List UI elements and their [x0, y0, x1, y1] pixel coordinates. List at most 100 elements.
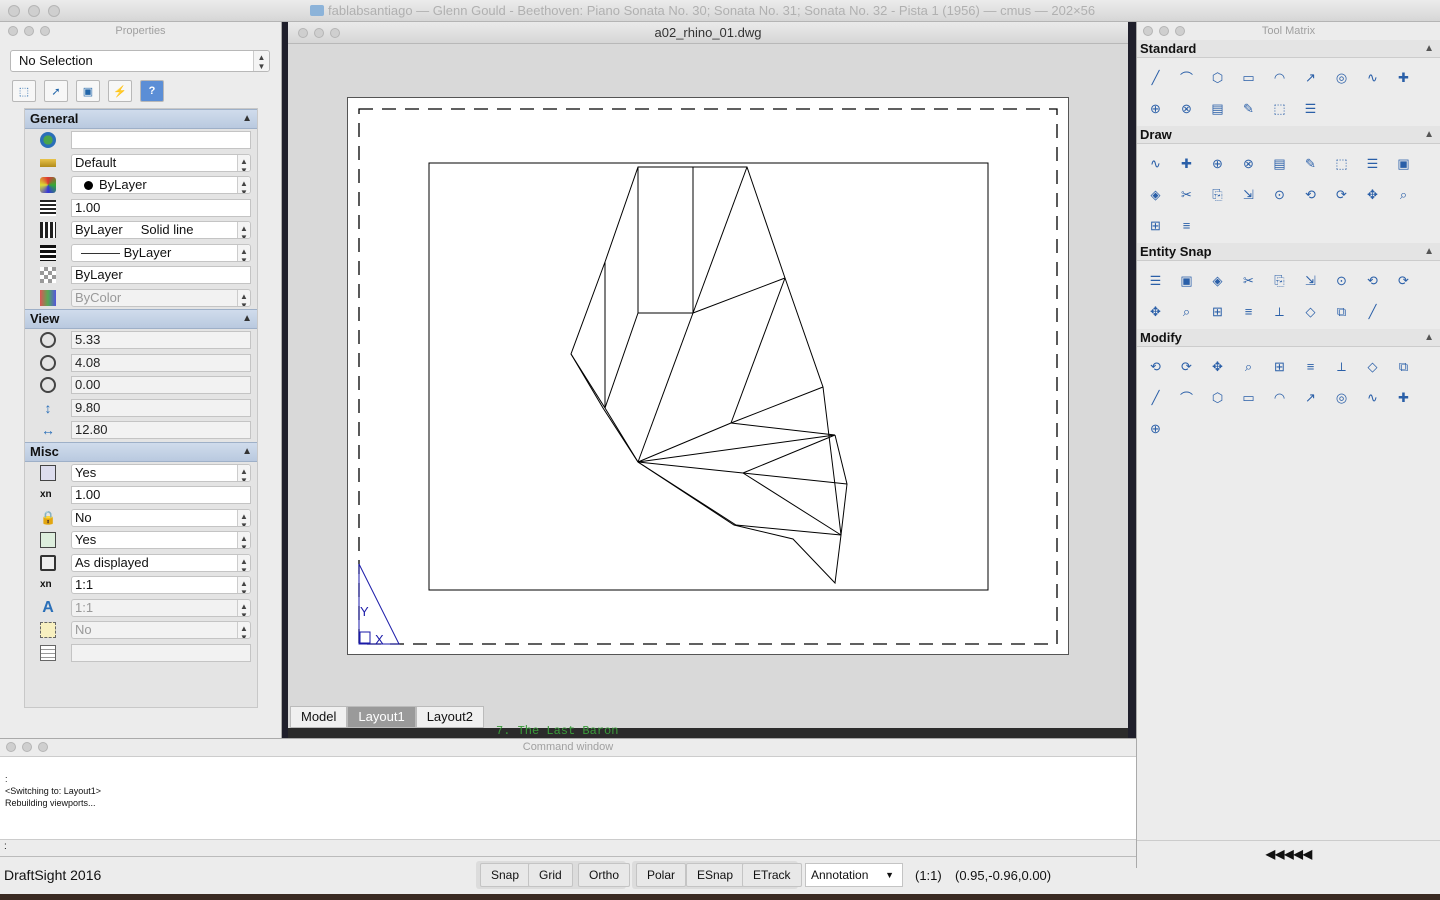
- command-window-controls[interactable]: [6, 742, 48, 752]
- circle-icon[interactable]: ⬚: [1326, 148, 1357, 179]
- preview-icon[interactable]: ◠: [1264, 62, 1295, 93]
- select-entities-button[interactable]: ➚: [44, 80, 68, 102]
- tangent-snap-icon[interactable]: ⊙: [1326, 265, 1357, 296]
- tab-layout1[interactable]: Layout1: [347, 706, 416, 728]
- section-view[interactable]: View ▲: [25, 309, 257, 329]
- hatch-icon[interactable]: ⎘: [1202, 179, 1233, 210]
- collapse-icon[interactable]: ▲: [1424, 329, 1434, 347]
- parallel-snap-icon[interactable]: ≡: [1233, 296, 1264, 327]
- tab-layout2[interactable]: Layout2: [415, 706, 484, 728]
- mirror-icon[interactable]: ✥: [1202, 351, 1233, 382]
- annotative-dropdown[interactable]: No ▲ ▼: [71, 621, 251, 639]
- collapse-icon[interactable]: ▲: [242, 110, 252, 128]
- print-icon[interactable]: ▭: [1233, 62, 1264, 93]
- stretch-icon[interactable]: ⧉: [1388, 351, 1419, 382]
- explode2-icon[interactable]: ⊕: [1140, 413, 1171, 444]
- line-icon[interactable]: ∿: [1140, 148, 1171, 179]
- table-icon[interactable]: ☰: [1295, 93, 1326, 124]
- filter-selection-button[interactable]: ▣: [76, 80, 100, 102]
- save-icon[interactable]: ⬡: [1202, 62, 1233, 93]
- linescale-field[interactable]: 1.00: [71, 198, 251, 217]
- ucs-origin-dropdown[interactable]: Yes ▲ ▼: [71, 531, 251, 549]
- note-icon[interactable]: ⟲: [1295, 179, 1326, 210]
- quick-select-button[interactable]: ⚡: [108, 80, 132, 102]
- rectangle-icon[interactable]: ⊗: [1233, 148, 1264, 179]
- layer-dropdown[interactable]: Default ▲ ▼: [71, 153, 251, 172]
- tool-section-draw[interactable]: Draw ▲: [1137, 126, 1440, 144]
- tool-section-modify[interactable]: Modify ▲: [1137, 329, 1440, 347]
- zoom-previous-icon[interactable]: ⬚: [1264, 93, 1295, 124]
- intersection-snap-icon[interactable]: ◈: [1202, 265, 1233, 296]
- tool-section-standard[interactable]: Standard ▲: [1137, 40, 1440, 58]
- annotation-dropdown[interactable]: Annotation ▼: [805, 863, 903, 887]
- midpoint-snap-icon[interactable]: ▣: [1171, 265, 1202, 296]
- format-painter-icon[interactable]: ✚: [1388, 62, 1419, 93]
- simple-note-icon[interactable]: ⟳: [1326, 179, 1357, 210]
- scale-entity-icon[interactable]: ◇: [1357, 351, 1388, 382]
- insertion-snap-icon[interactable]: ⌕: [1171, 296, 1202, 327]
- selection-dropdown[interactable]: No Selection ▲ ▼: [10, 50, 270, 72]
- split-icon[interactable]: ◠: [1264, 382, 1295, 413]
- boundary-icon[interactable]: ⌕: [1388, 179, 1419, 210]
- window-controls[interactable]: [8, 5, 60, 17]
- collapse-icon[interactable]: ▲: [1424, 243, 1434, 261]
- clear-snap-icon[interactable]: ⟂: [1264, 296, 1295, 327]
- break-icon[interactable]: ▭: [1233, 382, 1264, 413]
- tool-matrix-window-controls[interactable]: [1143, 26, 1185, 36]
- offset-icon[interactable]: ⌕: [1233, 351, 1264, 382]
- collapse-icon[interactable]: ▲: [1424, 40, 1434, 58]
- arc-icon[interactable]: ▤: [1264, 148, 1295, 179]
- linestyle-dropdown[interactable]: ByLayer Solid line ▲ ▼: [71, 221, 251, 239]
- points-icon[interactable]: ◈: [1140, 179, 1171, 210]
- annotation-scale-dropdown[interactable]: 1:1 ▲ ▼: [71, 598, 251, 617]
- copy-entity-icon[interactable]: ⟳: [1171, 351, 1202, 382]
- drawing-canvas[interactable]: Y X: [348, 98, 1070, 656]
- polyline-icon[interactable]: ▣: [1388, 148, 1419, 179]
- trim-icon[interactable]: ⌒: [1171, 382, 1202, 413]
- extend-icon[interactable]: ⬡: [1202, 382, 1233, 413]
- polar-toggle[interactable]: Polar: [636, 863, 687, 887]
- triangulated-surface[interactable]: [570, 166, 848, 585]
- undo-icon[interactable]: ⊕: [1140, 93, 1171, 124]
- explode-icon[interactable]: ↗: [1295, 382, 1326, 413]
- layer-icon[interactable]: ∿: [1357, 382, 1388, 413]
- zoom-button[interactable]: [48, 5, 60, 17]
- etrack-toggle[interactable]: ETrack: [742, 863, 802, 887]
- section-general[interactable]: General ▲: [25, 109, 257, 129]
- rotate-icon[interactable]: ⟂: [1326, 351, 1357, 382]
- select-all-button[interactable]: ⬚: [12, 80, 36, 102]
- printstyle-dropdown[interactable]: ByColor ▲ ▼: [71, 288, 251, 307]
- open-icon[interactable]: ⌒: [1171, 62, 1202, 93]
- apparent-intersection-icon[interactable]: ✂: [1233, 265, 1264, 296]
- standard-scale-dropdown[interactable]: 1:1 ▲ ▼: [71, 576, 251, 594]
- command-prompt[interactable]: :: [4, 841, 7, 852]
- infinite-line-icon[interactable]: ✚: [1171, 148, 1202, 179]
- endpoint-snap-icon[interactable]: ☰: [1140, 265, 1171, 296]
- grid-toggle[interactable]: Grid: [528, 863, 573, 887]
- lineweight-dropdown[interactable]: ——— ByLayer ▲ ▼: [71, 243, 251, 262]
- spline-icon[interactable]: ☰: [1357, 148, 1388, 179]
- minimize-button[interactable]: [28, 5, 40, 17]
- shade-plot-dropdown[interactable]: As displayed ▲ ▼: [71, 553, 251, 572]
- edit-hatch-icon[interactable]: ◎: [1326, 382, 1357, 413]
- center-snap-icon[interactable]: ⟲: [1357, 265, 1388, 296]
- wipeout-icon[interactable]: ⊙: [1264, 179, 1295, 210]
- zoom-icon[interactable]: ✎: [1233, 93, 1264, 124]
- fillet-icon[interactable]: ╱: [1140, 382, 1171, 413]
- extension-snap-icon[interactable]: ⎘: [1264, 265, 1295, 296]
- erase-icon[interactable]: ⟲: [1140, 351, 1171, 382]
- snap-options-icon[interactable]: ╱: [1357, 296, 1388, 327]
- node-snap-icon[interactable]: ⊞: [1202, 296, 1233, 327]
- nearest-snap-icon[interactable]: ✥: [1140, 296, 1171, 327]
- section-misc[interactable]: Misc ▲: [25, 441, 257, 462]
- snap-settings-icon[interactable]: ◇: [1295, 296, 1326, 327]
- help-button[interactable]: ?: [140, 80, 164, 102]
- ucs-dropdown[interactable]: Yes ▲ ▼: [71, 463, 251, 482]
- cut-icon[interactable]: ↗: [1295, 62, 1326, 93]
- drawing-window-controls[interactable]: [298, 28, 340, 38]
- gradient-icon[interactable]: ✥: [1357, 179, 1388, 210]
- layout-sheet[interactable]: Y X: [347, 97, 1069, 655]
- spline-fit-icon[interactable]: ✂: [1171, 179, 1202, 210]
- command-history[interactable]: : <Switching to: Layout1> Rebuilding vie…: [0, 756, 1136, 840]
- viewport-frame[interactable]: [428, 162, 989, 591]
